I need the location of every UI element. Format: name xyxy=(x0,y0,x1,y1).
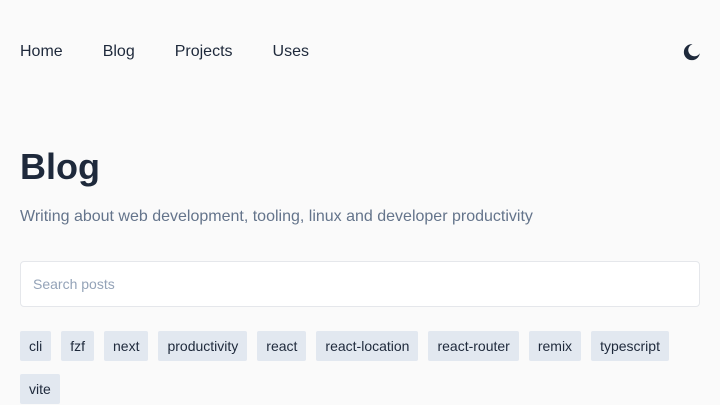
tag-fzf[interactable]: fzf xyxy=(61,331,95,361)
tag-vite[interactable]: vite xyxy=(20,374,60,404)
tag-react[interactable]: react xyxy=(257,331,307,361)
search-input[interactable] xyxy=(20,261,700,307)
tag-typescript[interactable]: typescript xyxy=(591,331,669,361)
tag-react-router[interactable]: react-router xyxy=(428,331,519,361)
theme-toggle-button[interactable] xyxy=(682,42,702,62)
tag-productivity[interactable]: productivity xyxy=(158,331,248,361)
nav-link-uses[interactable]: Uses xyxy=(273,42,309,62)
tag-next[interactable]: next xyxy=(104,331,149,361)
tag-remix[interactable]: remix xyxy=(528,331,582,361)
tag-list: cli fzf next productivity react react-lo… xyxy=(20,331,700,404)
moon-icon xyxy=(683,44,700,61)
page: Home Blog Projects Uses Blog Writing abo… xyxy=(0,0,720,405)
nav-link-blog[interactable]: Blog xyxy=(103,42,135,62)
page-subtitle: Writing about web development, tooling, … xyxy=(20,208,533,225)
nav-link-home[interactable]: Home xyxy=(20,42,63,62)
tag-cli[interactable]: cli xyxy=(20,331,52,361)
main-nav: Home Blog Projects Uses xyxy=(20,42,349,62)
nav-link-projects[interactable]: Projects xyxy=(175,42,233,62)
tag-react-location[interactable]: react-location xyxy=(316,331,419,361)
page-title: Blog xyxy=(20,146,100,187)
